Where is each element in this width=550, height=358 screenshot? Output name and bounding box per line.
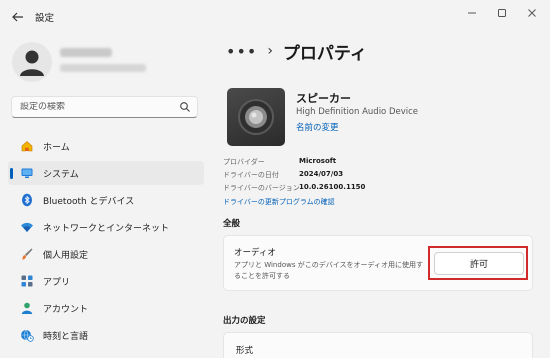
sidebar-item-personalization[interactable]: 個人用設定	[8, 242, 204, 266]
title-bar: 設定	[0, 0, 550, 34]
search-icon[interactable]	[179, 101, 191, 113]
format-label: 形式	[236, 346, 254, 356]
search-box[interactable]	[11, 96, 198, 118]
sidebar-item-time-language[interactable]: 時刻と言語	[8, 323, 204, 347]
breadcrumb: ••• › プロパティ	[226, 38, 367, 64]
sidebar-item-label: ホーム	[43, 143, 70, 153]
globe-clock-icon	[21, 329, 34, 342]
account-icon	[21, 302, 33, 314]
sidebar-item-accounts[interactable]: アカウント	[8, 296, 204, 320]
profile-email-redacted	[60, 64, 146, 72]
output-heading: 出力の設定	[223, 316, 266, 326]
breadcrumb-overflow-button[interactable]: •••	[226, 42, 257, 61]
audio-title: オーディオ	[234, 248, 276, 258]
driver-update-link[interactable]: ドライバーの更新プログラムの確認	[223, 197, 335, 207]
sidebar-item-label: 個人用設定	[43, 251, 89, 261]
sidebar-item-bluetooth[interactable]: Bluetooth とデバイス	[8, 188, 204, 212]
driver-version-value: 10.0.26100.1150	[299, 183, 366, 191]
sidebar-item-label: アカウント	[43, 305, 89, 315]
driver-date-value: 2024/07/03	[299, 170, 344, 178]
minimize-button[interactable]	[458, 4, 486, 22]
active-indicator	[10, 168, 13, 179]
sidebar-item-label: 時刻と言語	[43, 332, 89, 342]
sidebar-item-label: Bluetooth とデバイス	[43, 197, 135, 207]
app-title: 設定	[35, 13, 55, 24]
speaker-icon	[227, 88, 285, 146]
page-title: プロパティ	[282, 43, 367, 64]
wifi-icon	[21, 222, 33, 232]
profile-name-redacted	[60, 48, 112, 57]
minimize-icon	[468, 12, 476, 14]
driver-version-label: ドライバーのバージョン	[223, 184, 300, 192]
audio-description: アプリと Windows がこのデバイスをオーディオ用に使用することを許可する	[234, 261, 423, 280]
avatar[interactable]	[12, 42, 52, 82]
apps-icon	[21, 275, 33, 287]
provider-value: Microsoft	[299, 157, 337, 165]
home-icon	[21, 141, 33, 152]
device-name: スピーカー	[296, 92, 351, 105]
display-icon	[21, 168, 33, 178]
close-button[interactable]	[518, 4, 546, 22]
bluetooth-icon	[22, 193, 32, 207]
device-description: High Definition Audio Device	[296, 107, 419, 117]
user-icon	[20, 50, 44, 76]
maximize-icon	[498, 9, 506, 17]
sidebar-item-home[interactable]: ホーム	[8, 134, 204, 158]
search-input[interactable]	[20, 102, 170, 112]
general-heading: 全般	[223, 219, 241, 229]
sidebar-item-label: ネットワークとインターネット	[43, 224, 170, 234]
format-card[interactable]: 形式	[223, 332, 533, 358]
sidebar-item-label: アプリ	[43, 278, 71, 288]
allow-button[interactable]: 許可	[434, 252, 524, 275]
close-icon	[528, 9, 536, 17]
rename-link[interactable]: 名前の変更	[296, 121, 339, 133]
sidebar-item-apps[interactable]: アプリ	[8, 269, 204, 293]
sidebar-item-label: システム	[43, 170, 79, 180]
sidebar-item-system[interactable]: システム	[8, 161, 204, 185]
sidebar-item-network[interactable]: ネットワークとインターネット	[8, 215, 204, 239]
back-button[interactable]	[8, 8, 28, 26]
maximize-button[interactable]	[488, 4, 516, 22]
chevron-right-icon: ›	[267, 43, 273, 59]
provider-label: プロバイダー	[223, 158, 265, 166]
driver-date-label: ドライバーの日付	[223, 171, 279, 179]
arrow-left-icon	[12, 12, 23, 22]
brush-icon	[22, 248, 33, 260]
